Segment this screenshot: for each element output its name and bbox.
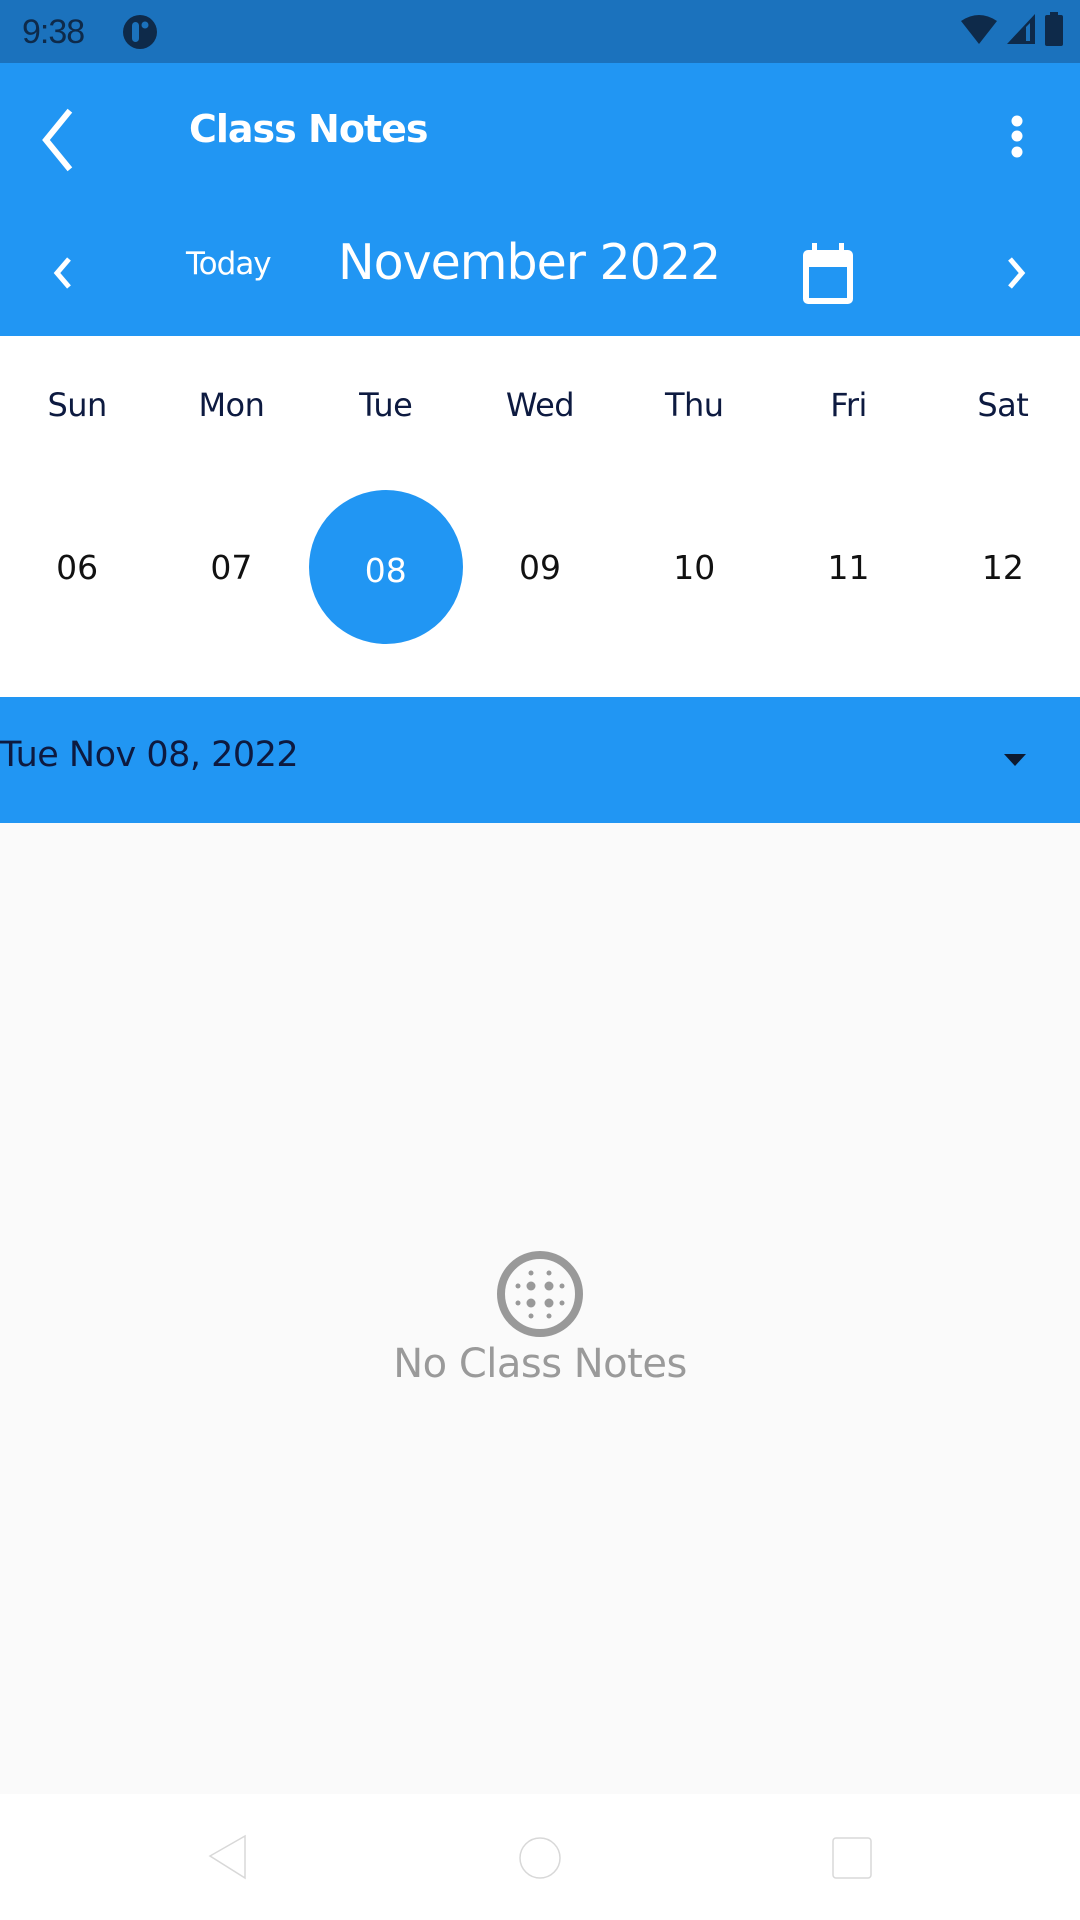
weekday-label: Sun bbox=[47, 386, 107, 424]
page-title: Class Notes bbox=[189, 107, 428, 151]
chevron-left-icon bbox=[36, 257, 86, 307]
prev-week-button[interactable] bbox=[36, 243, 86, 303]
date-cell[interactable]: 12 bbox=[926, 490, 1080, 644]
date-cell[interactable]: 09 bbox=[463, 490, 617, 644]
date-cell[interactable]: 06 bbox=[0, 490, 154, 644]
weekday-label: Mon bbox=[198, 386, 265, 424]
next-week-button[interactable] bbox=[992, 243, 1042, 303]
date-number: 08 bbox=[364, 550, 407, 590]
calendar-picker-button[interactable] bbox=[794, 239, 862, 309]
status-time: 9:38 bbox=[22, 13, 85, 51]
empty-notes-icon bbox=[496, 1250, 584, 1338]
chevron-right-icon bbox=[992, 257, 1042, 307]
empty-state-text: No Class Notes bbox=[393, 1341, 687, 1387]
week-strip: Sun Mon Tue Wed Thu Fri Sat 06 07 08 09 … bbox=[0, 336, 1080, 697]
date-number: 11 bbox=[827, 547, 870, 587]
class-notes-list: No Class Notes bbox=[0, 823, 1080, 1794]
date-number: 09 bbox=[518, 547, 561, 587]
date-number: 12 bbox=[981, 547, 1024, 587]
today-button[interactable]: Today bbox=[186, 246, 272, 282]
status-bar: 9:38 bbox=[0, 0, 1080, 63]
weekday-label: Wed bbox=[505, 386, 575, 424]
nav-back-icon bbox=[200, 1834, 260, 1888]
calendar-icon bbox=[794, 243, 862, 313]
app-notification-icon bbox=[122, 14, 158, 50]
more-options-button[interactable] bbox=[992, 103, 1042, 173]
date-number: 07 bbox=[210, 547, 253, 587]
nav-recents-button[interactable] bbox=[822, 1834, 882, 1884]
app-bar: Class Notes Today November 2022 bbox=[0, 63, 1080, 336]
nav-back-button[interactable] bbox=[200, 1834, 260, 1884]
weekday-header-row: Sun Mon Tue Wed Thu Fri Sat bbox=[0, 386, 1080, 424]
wifi-icon bbox=[960, 13, 998, 49]
date-number: 10 bbox=[673, 547, 716, 587]
system-nav-bar bbox=[0, 1794, 1080, 1920]
back-button[interactable] bbox=[30, 105, 86, 175]
date-cell[interactable]: 07 bbox=[154, 490, 308, 644]
weekday-label: Thu bbox=[664, 386, 724, 424]
date-cell[interactable]: 11 bbox=[771, 490, 925, 644]
date-row: 06 07 08 09 10 11 12 bbox=[0, 490, 1080, 644]
more-vert-icon bbox=[992, 115, 1042, 177]
selected-date-dropdown[interactable]: Tue Nov 08, 2022 bbox=[0, 697, 1080, 823]
date-number: 06 bbox=[56, 547, 99, 587]
date-cell[interactable]: 10 bbox=[617, 490, 771, 644]
nav-home-button[interactable] bbox=[510, 1834, 570, 1884]
cell-signal-icon bbox=[1006, 13, 1036, 49]
status-icons bbox=[960, 12, 1064, 50]
nav-recents-icon bbox=[822, 1837, 882, 1888]
battery-icon bbox=[1044, 12, 1064, 50]
weekday-label: Sat bbox=[977, 386, 1029, 424]
date-cell-selected[interactable]: 08 bbox=[308, 490, 463, 644]
nav-home-icon bbox=[510, 1837, 570, 1888]
selected-date-label: Tue Nov 08, 2022 bbox=[0, 735, 299, 775]
arrow-drop-down-icon bbox=[1004, 754, 1026, 766]
chevron-left-icon bbox=[30, 108, 86, 179]
weekday-label: Fri bbox=[830, 386, 867, 424]
weekday-label: Tue bbox=[359, 386, 413, 424]
month-label: November 2022 bbox=[338, 234, 721, 291]
